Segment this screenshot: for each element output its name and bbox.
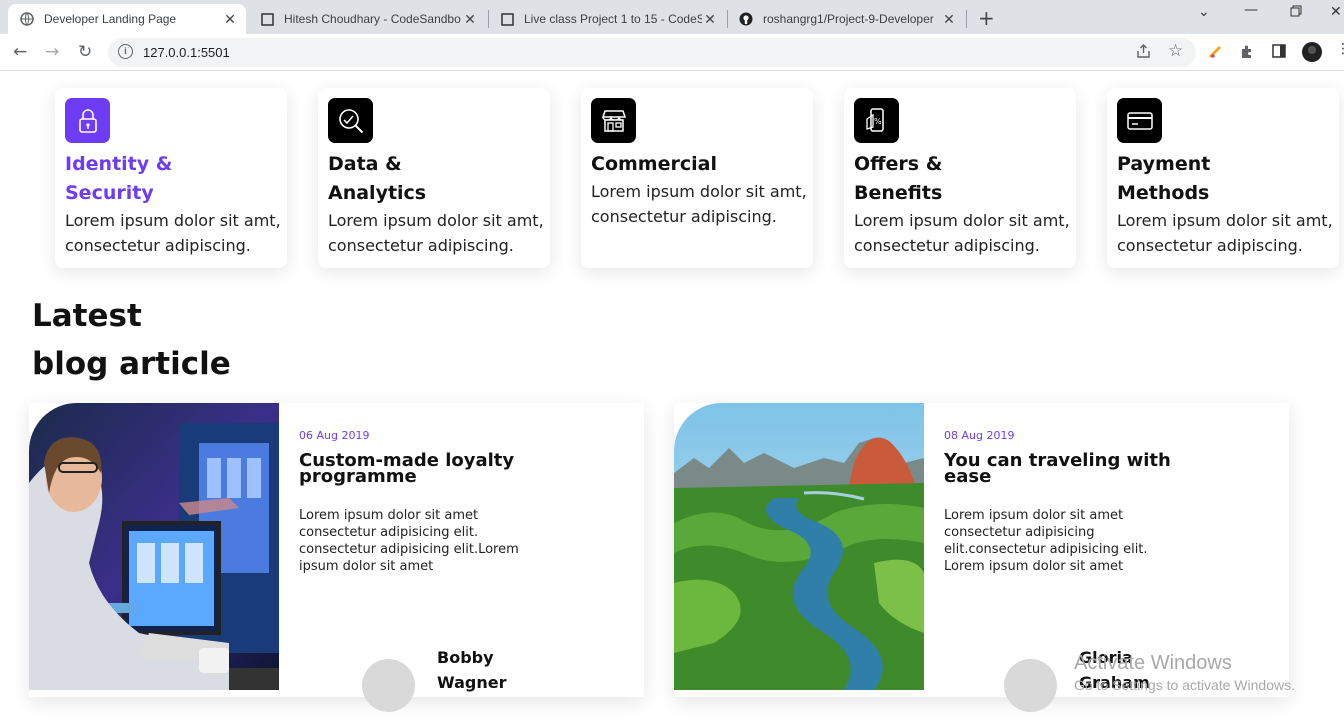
- browser-tab-bar: Developer Landing Page ✕ Hitesh Choudhar…: [0, 0, 1344, 34]
- globe-icon: [20, 12, 34, 26]
- latest-blog-heading: Latest blog article: [32, 292, 231, 388]
- share-icon[interactable]: [1136, 44, 1151, 63]
- codesandbox-icon: [260, 12, 274, 26]
- blog-image-developer-screens: [29, 403, 279, 690]
- tab-title: Developer Landing Page: [44, 12, 177, 26]
- author-first-name: Bobby: [437, 648, 494, 667]
- feature-card-identity-security[interactable]: Identity & Security Lorem ipsum dolor si…: [55, 88, 287, 268]
- feature-title: Identity & Security: [65, 153, 173, 204]
- author-name: Bobby Wagner: [437, 645, 537, 695]
- close-tab-icon[interactable]: ✕: [462, 11, 478, 28]
- blog-date: 06 Aug 2019: [299, 429, 370, 442]
- feature-title: Payment Methods: [1117, 153, 1211, 204]
- github-icon: [739, 12, 753, 26]
- blog-date: 08 Aug 2019: [944, 429, 1015, 442]
- profile-avatar[interactable]: [1302, 42, 1322, 66]
- heading-line-2: blog article: [32, 346, 231, 382]
- codesandbox-icon: [500, 12, 514, 26]
- lock-icon: [65, 98, 110, 143]
- page-content: Identity & Security Lorem ipsum dolor si…: [0, 72, 1344, 725]
- watermark-subtitle: Go to Settings to activate Windows.: [1074, 677, 1295, 693]
- close-window-icon[interactable]: ✕: [1330, 4, 1342, 20]
- side-panel-icon[interactable]: [1272, 44, 1286, 62]
- feature-title: Data & Analytics: [328, 153, 427, 204]
- feature-card-data-analytics[interactable]: Data & Analytics Lorem ipsum dolor sit a…: [318, 88, 550, 268]
- tab-title: Hitesh Choudhary - CodeSandbo: [284, 12, 461, 26]
- analytics-icon: [328, 98, 373, 143]
- author-avatar: [362, 659, 415, 712]
- tab-title: roshangrg1/Project-9-Developer: [763, 12, 934, 26]
- blog-image-river-landscape: [674, 403, 924, 690]
- close-tab-icon[interactable]: ✕: [222, 11, 238, 28]
- tab-separator: [966, 10, 967, 28]
- feature-title: Offers & Benefits: [854, 153, 943, 204]
- url-text[interactable]: 127.0.0.1:5501: [143, 45, 230, 60]
- blog-description: Lorem ipsum dolor sit amet consectetur a…: [944, 508, 1148, 574]
- new-tab-button[interactable]: +: [978, 6, 995, 30]
- blog-description: Lorem ipsum dolor sit amet consectetur a…: [299, 508, 519, 574]
- bookmark-star-icon[interactable]: ☆: [1168, 41, 1183, 61]
- back-arrow-icon[interactable]: ←: [13, 42, 27, 62]
- feature-card-offers-benefits[interactable]: % Offers & Benefits Lorem ipsum dolor si…: [844, 88, 1076, 268]
- author-last-name: Wagner: [437, 673, 507, 692]
- blog-title[interactable]: Custom-made loyalty programme: [299, 452, 539, 486]
- tab-developer-landing-page[interactable]: Developer Landing Page ✕: [8, 4, 246, 34]
- blog-title[interactable]: You can traveling with ease: [944, 452, 1184, 486]
- feature-description: Lorem ipsum dolor sit amt, consectetur a…: [1117, 211, 1333, 255]
- tab-codesandbox-live-class[interactable]: Live class Project 1 to 15 - CodeS ✕: [488, 4, 726, 34]
- watermark-title: Activate Windows: [1074, 652, 1232, 674]
- close-tab-icon[interactable]: ✕: [941, 11, 957, 28]
- offers-icon: %: [854, 98, 899, 143]
- feature-description: Lorem ipsum dolor sit amt, consectetur a…: [65, 211, 281, 255]
- blog-card-loyalty[interactable]: 06 Aug 2019 Custom-made loyalty programm…: [29, 403, 644, 712]
- heading-line-1: Latest: [32, 298, 142, 334]
- feature-description: Lorem ipsum dolor sit amt, consectetur a…: [591, 182, 807, 226]
- color-picker-extension-icon[interactable]: [1207, 44, 1223, 64]
- feature-card-payment-methods[interactable]: Payment Methods Lorem ipsum dolor sit am…: [1107, 88, 1339, 268]
- svg-text:%: %: [874, 117, 882, 126]
- author-avatar: [1004, 659, 1057, 712]
- extensions-puzzle-icon[interactable]: [1240, 44, 1255, 63]
- close-tab-icon[interactable]: ✕: [702, 11, 718, 28]
- tab-github-repo[interactable]: roshangrg1/Project-9-Developer ✕: [727, 4, 965, 34]
- address-bar[interactable]: i 127.0.0.1:5501: [108, 38, 1196, 67]
- tab-codesandbox-hitesh[interactable]: Hitesh Choudhary - CodeSandbo ✕: [248, 4, 486, 34]
- restore-icon[interactable]: [1290, 5, 1302, 21]
- forward-arrow-icon[interactable]: →: [45, 42, 59, 62]
- reload-icon[interactable]: ↻: [78, 42, 92, 62]
- site-info-icon[interactable]: i: [118, 44, 133, 59]
- feature-description: Lorem ipsum dolor sit amt, consectetur a…: [328, 211, 544, 255]
- store-icon: [591, 98, 636, 143]
- feature-description: Lorem ipsum dolor sit amt, consectetur a…: [854, 211, 1070, 255]
- feature-title: Commercial: [591, 153, 717, 175]
- credit-card-icon: [1117, 98, 1162, 143]
- feature-card-commercial[interactable]: Commercial Lorem ipsum dolor sit amt, co…: [581, 88, 813, 268]
- tab-title: Live class Project 1 to 15 - CodeS: [524, 12, 702, 26]
- minimize-icon[interactable]: —: [1244, 2, 1258, 18]
- browser-toolbar: ← → ↻ i 127.0.0.1:5501 ☆ ⋮: [0, 34, 1344, 71]
- tab-search-chevron-icon[interactable]: ⌄: [1198, 4, 1210, 20]
- windows-activation-watermark: Activate Windows Go to Settings to activ…: [1074, 652, 1295, 693]
- browser-menu-icon[interactable]: ⋮: [1336, 41, 1344, 57]
